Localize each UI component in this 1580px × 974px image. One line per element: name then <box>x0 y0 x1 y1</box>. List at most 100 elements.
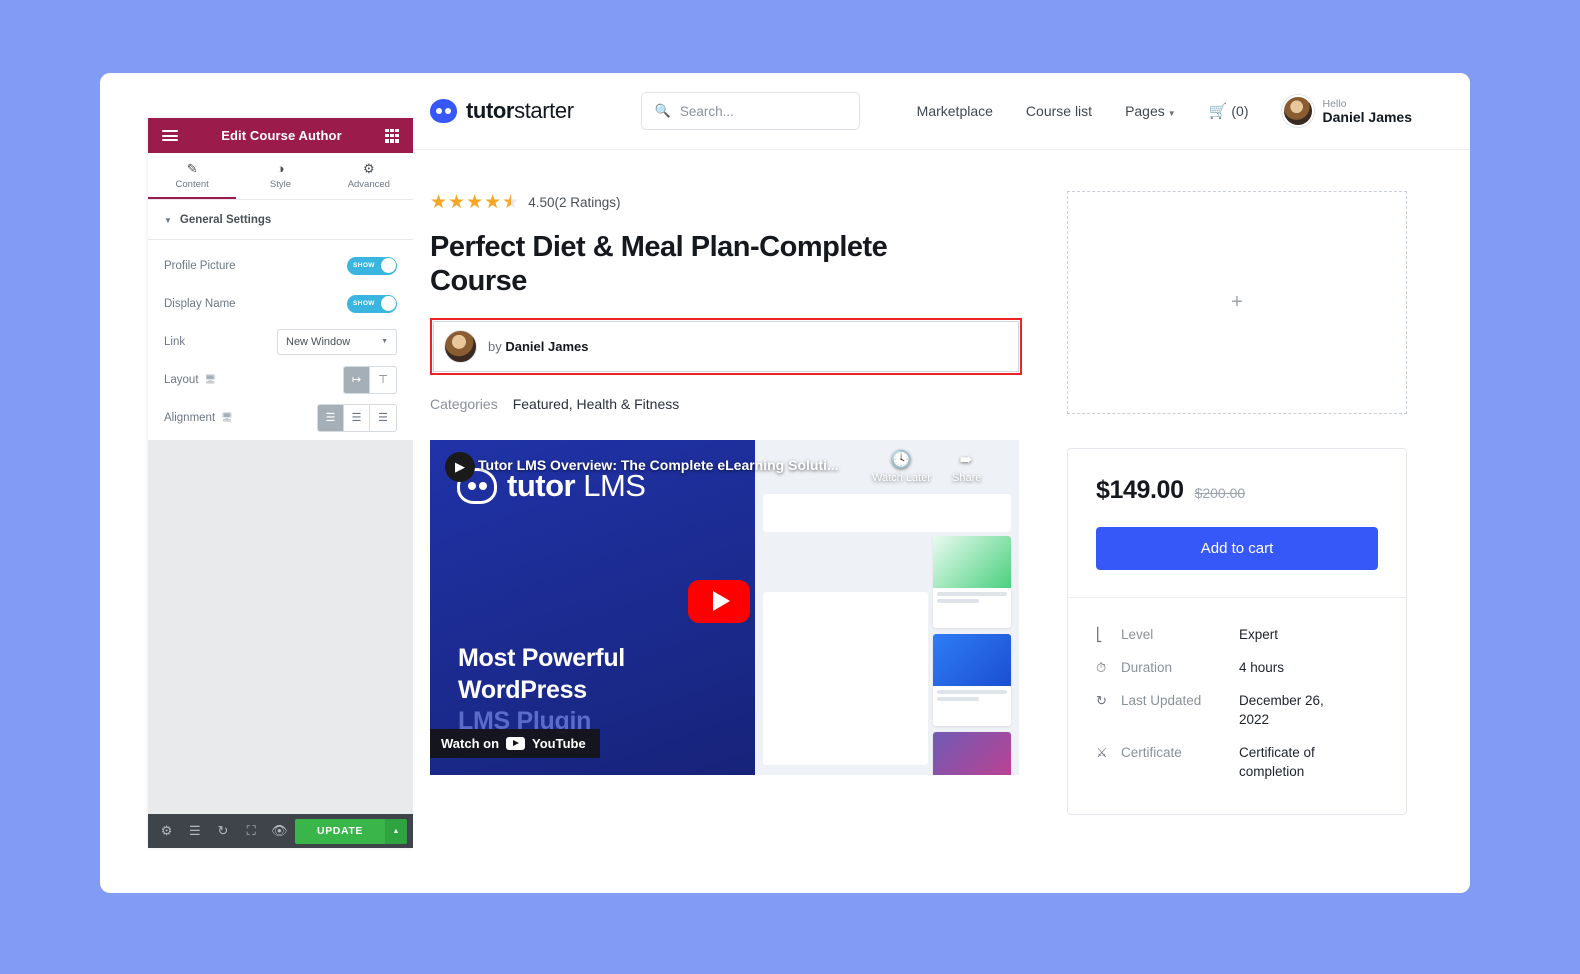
price-card-top: $149.00 $200.00 Add to cart <box>1068 449 1406 598</box>
course-author-widget[interactable]: by Daniel James <box>430 317 1022 375</box>
star-icon-filled: ★ <box>466 192 484 213</box>
control-link-label: Link <box>164 335 186 348</box>
settings-gear-icon[interactable]: ⚙ <box>154 816 179 846</box>
align-center-button[interactable]: ☰ <box>344 404 370 431</box>
control-layout-label: Layout 🖥 <box>164 374 343 386</box>
cart-button[interactable]: 🛒 (0) <box>1209 102 1249 120</box>
control-layout: Layout 🖥 ↦ ⊤ <box>164 364 397 395</box>
share-label: Share <box>952 471 982 484</box>
navigator-layers-icon[interactable]: ☰ <box>182 816 207 846</box>
watch-on-youtube-button[interactable]: Watch on YouTube <box>430 728 600 758</box>
update-options-caret-icon[interactable]: ▲ <box>385 818 408 844</box>
align-left-button[interactable]: ☰ <box>318 404 344 431</box>
site-body: ★ ★ ★ ★ ★★ 4.50(2 Ratings) Perfect Diet … <box>413 150 1470 815</box>
desktop-icon[interactable]: 🖥 <box>205 374 216 385</box>
author-name[interactable]: Daniel James <box>505 339 588 354</box>
watch-later-label: Watch Later <box>872 471 931 484</box>
display-name-toggle-state: SHOW <box>353 299 375 307</box>
course-meta-list: ⎣ Level Expert ⏱ Duration 4 hours ↻ Last… <box>1068 598 1406 814</box>
course-price-card: $149.00 $200.00 Add to cart ⎣ Level Expe… <box>1067 448 1407 815</box>
rating-row: ★ ★ ★ ★ ★★ 4.50(2 Ratings) <box>430 191 1022 214</box>
align-right-button[interactable]: ☰ <box>370 404 396 431</box>
nav-course-list[interactable]: Course list <box>1026 103 1092 119</box>
clock-icon: 🕓 <box>890 449 913 469</box>
youtube-play-icon[interactable] <box>688 579 750 623</box>
star-icon-filled: ★ <box>484 192 502 213</box>
search-icon: 🔍 <box>654 103 671 118</box>
course-main-column: ★ ★ ★ ★ ★★ 4.50(2 Ratings) Perfect Diet … <box>430 191 1022 815</box>
tab-advanced[interactable]: ⚙ Advanced <box>325 153 413 199</box>
greeting-label: Hello <box>1322 97 1347 110</box>
categories-values[interactable]: Featured, Health & Fitness <box>513 396 680 412</box>
clock-icon: ⏱ <box>1096 660 1107 675</box>
search-input[interactable] <box>679 103 846 119</box>
gear-icon: ⚙ <box>362 161 375 176</box>
share-button[interactable]: ➨ Share <box>952 450 981 484</box>
site-logo[interactable]: tutorstarter <box>430 98 574 124</box>
hamburger-icon[interactable] <box>162 130 178 141</box>
display-name-toggle[interactable]: SHOW <box>347 294 397 313</box>
profile-picture-toggle[interactable]: SHOW <box>347 256 397 275</box>
preview-eye-icon[interactable]: 👁 <box>267 816 292 846</box>
rating-text: 4.50(2 Ratings) <box>528 195 620 210</box>
youtube-video-title[interactable]: Tutor LMS Overview: The Complete eLearni… <box>478 457 839 473</box>
categories-row: Categories Featured, Health & Fitness <box>430 396 1022 412</box>
alignment-button-group: ☰ ☰ ☰ <box>317 403 397 432</box>
mock-card <box>933 731 1011 775</box>
add-to-cart-button[interactable]: Add to cart <box>1096 527 1378 570</box>
elementor-panel-header: Edit Course Author <box>148 118 413 153</box>
link-target-select[interactable]: New Window ▼ <box>277 328 397 355</box>
video-headline-1: Most Powerful <box>458 643 625 672</box>
general-settings-section-header[interactable]: ▼ General Settings <box>148 200 413 240</box>
star-icon-filled: ★ <box>448 192 466 213</box>
course-video-embed[interactable]: tutor LMS Most Powerful WordPress LMS Pl… <box>430 439 1019 775</box>
youtube-channel-avatar-icon[interactable]: ▶ <box>445 451 475 482</box>
add-section-plus-icon: + <box>1231 291 1243 313</box>
empty-section-dropzone[interactable]: + <box>1067 191 1407 414</box>
tab-style[interactable]: ◑ Style <box>236 153 324 199</box>
refresh-icon: ↻ <box>1096 693 1107 708</box>
video-headline: Most Powerful WordPress LMS Plugin <box>458 643 625 738</box>
layout-inline-button[interactable]: ↦ <box>344 366 370 393</box>
tab-content[interactable]: ✎ Content <box>148 153 237 199</box>
tab-style-label: Style <box>269 179 292 190</box>
author-avatar <box>444 329 477 363</box>
responsive-mode-icon[interactable]: ⛶ <box>239 816 264 846</box>
course-old-price: $200.00 <box>1194 485 1246 501</box>
star-icon-filled: ★ <box>430 192 448 213</box>
user-greeting-block: Hello Daniel James <box>1323 98 1413 125</box>
price-row: $149.00 $200.00 <box>1096 476 1378 505</box>
update-button[interactable]: UPDATE <box>295 818 386 844</box>
nav-marketplace-label: Marketplace <box>916 103 993 119</box>
tab-content-label: Content <box>175 179 209 190</box>
meta-row-level: ⎣ Level Expert <box>1096 618 1378 651</box>
star-icon-half: ★★ <box>502 192 520 213</box>
desktop-icon[interactable]: 🖥 <box>221 412 232 423</box>
mock-dashboard-toolbar <box>763 493 1011 532</box>
nav-course-list-label: Course list <box>1025 103 1093 119</box>
panel-empty-area <box>148 440 413 814</box>
nav-pages[interactable]: Pages ▼ <box>1125 103 1176 119</box>
nav-marketplace[interactable]: Marketplace <box>917 103 993 119</box>
meta-row-certificate: ⚔ Certificate Certificate of completion <box>1096 736 1378 788</box>
mock-card <box>933 535 1011 628</box>
video-headline-2: WordPress <box>458 675 587 704</box>
history-icon[interactable]: ↻ <box>210 816 235 846</box>
user-menu[interactable]: Hello Daniel James <box>1281 95 1413 127</box>
watch-later-button[interactable]: 🕓 Watch Later <box>872 450 931 484</box>
youtube-logo-icon <box>506 736 526 750</box>
meta-last-updated-label: Last Updated <box>1121 693 1202 708</box>
brand-text: tutorstarter <box>466 98 574 124</box>
page-title: Perfect Diet & Meal Plan-Complete Course <box>430 231 888 297</box>
search-box[interactable]: 🔍 <box>640 92 860 130</box>
elementor-tabs: ✎ Content ◑ Style ⚙ Advanced <box>148 153 413 200</box>
grid-apps-icon[interactable] <box>385 128 399 143</box>
watch-on-label: Watch on <box>441 735 500 751</box>
toggle-knob <box>380 296 396 311</box>
rating-count: (2 Ratings) <box>554 195 621 210</box>
meta-level-value: Expert <box>1239 627 1279 642</box>
layout-stacked-button[interactable]: ⊤ <box>370 366 396 393</box>
site-header: tutorstarter 🔍 Marketplace Course list P… <box>413 73 1470 150</box>
meta-level-label: Level <box>1121 627 1154 642</box>
elementor-panel: Edit Course Author ✎ Content ◑ Style ⚙ A… <box>148 118 413 848</box>
